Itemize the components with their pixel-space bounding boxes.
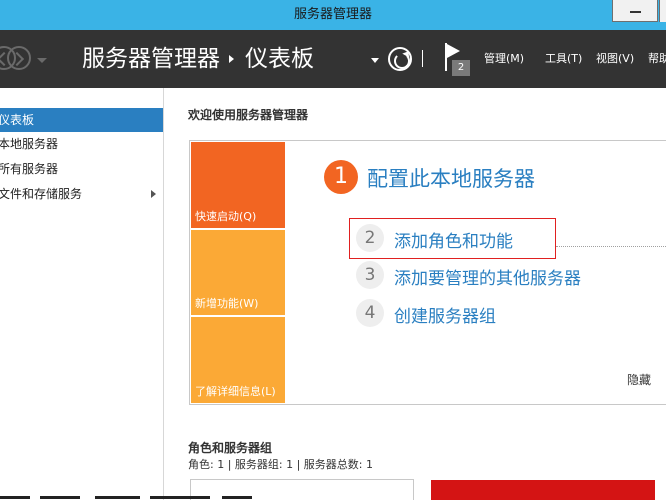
header-dropdown-icon[interactable] (371, 58, 379, 63)
step-configure-local-server[interactable]: 配置此本地服务器 (367, 163, 535, 193)
step-create-server-group[interactable]: 创建服务器组 (394, 302, 496, 327)
sidebar-item-dashboard[interactable]: 仪表板 (0, 108, 163, 132)
highlight-box (349, 218, 556, 259)
welcome-title: 欢迎使用服务器管理器 (188, 108, 309, 122)
window-title: 服务器管理器 (293, 7, 372, 22)
roles-summary: 角色: 1 | 服务器组: 1 | 服务器总数: 1 (188, 458, 374, 471)
app-header: 服务器管理器 仪表板 2 管理(M) 工具(T) 视图(V) 帮助 (0, 30, 666, 88)
menu-view[interactable]: 视图(V) (596, 30, 634, 88)
header-divider (422, 50, 423, 67)
tile-label: 快速启动(Q) (195, 210, 257, 223)
role-card-alert[interactable] (431, 480, 655, 500)
notification-count-badge: 2 (452, 60, 470, 76)
roles-section-title: 角色和服务器组 (188, 441, 273, 455)
notifications-flag-icon[interactable]: 2 (444, 43, 470, 76)
step-number-1: 1 (324, 160, 358, 194)
menu-manage[interactable]: 管理(M) (484, 30, 524, 88)
tile-label: 新增功能(W) (195, 297, 259, 310)
sidebar-item-label: 文件和存储服务 (0, 187, 83, 201)
chevron-right-icon (151, 190, 156, 198)
sidebar: 仪表板 本地服务器 所有服务器 文件和存储服务 (0, 88, 164, 500)
maximize-button[interactable] (659, 0, 666, 22)
forward-arrow-icon[interactable] (7, 46, 31, 70)
step-number-3: 3 (356, 261, 384, 289)
sidebar-item-local-server[interactable]: 本地服务器 (0, 132, 163, 156)
menu-tools[interactable]: 工具(T) (545, 30, 582, 88)
hide-welcome-link[interactable]: 隐藏 (627, 371, 651, 388)
title-bar: 服务器管理器 (0, 0, 666, 30)
sidebar-item-label: 本地服务器 (0, 137, 59, 151)
breadcrumb-separator-icon (229, 55, 234, 63)
step-add-other-servers[interactable]: 添加要管理的其他服务器 (394, 264, 581, 289)
refresh-icon[interactable] (388, 47, 412, 71)
tile-label: 了解详细信息(L) (195, 385, 276, 398)
tile-quick-start[interactable]: 快速启动(Q) (191, 142, 285, 228)
sidebar-item-label: 仪表板 (0, 113, 35, 127)
step-divider (556, 246, 666, 247)
minimize-button[interactable] (612, 0, 658, 22)
breadcrumb-current: 仪表板 (245, 46, 314, 72)
sidebar-item-file-storage[interactable]: 文件和存储服务 (0, 182, 163, 206)
sidebar-item-label: 所有服务器 (0, 162, 59, 176)
history-dropdown-icon[interactable] (37, 58, 47, 63)
tile-learn-more[interactable]: 了解详细信息(L) (191, 317, 285, 403)
step-number-4: 4 (356, 299, 384, 327)
menu-help[interactable]: 帮助 (648, 30, 666, 88)
taskbar-strip (0, 494, 260, 500)
breadcrumb-root[interactable]: 服务器管理器 (82, 30, 220, 88)
sidebar-item-all-servers[interactable]: 所有服务器 (0, 157, 163, 181)
tile-whats-new[interactable]: 新增功能(W) (191, 230, 285, 315)
